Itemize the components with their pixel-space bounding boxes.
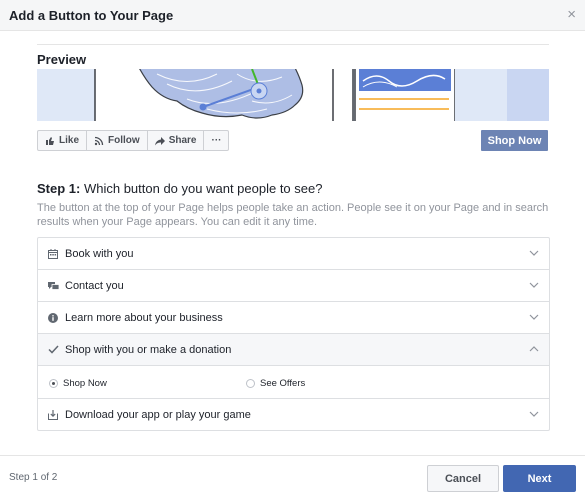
follow-label: Follow: [108, 135, 140, 146]
option-label: Download your app or play your game: [65, 409, 251, 421]
footer-divider: [0, 455, 585, 456]
radio-empty-icon: [246, 379, 255, 388]
chevron-down-icon: [529, 314, 539, 320]
cancel-button[interactable]: Cancel: [427, 465, 499, 492]
dialog-title: Add a Button to Your Page: [9, 8, 174, 23]
follow-button[interactable]: Follow: [87, 131, 148, 150]
like-label: Like: [59, 135, 80, 146]
option-label: Shop with you or make a donation: [65, 343, 232, 356]
more-icon: ···: [211, 135, 222, 146]
rss-icon: [94, 136, 104, 145]
chevron-down-icon: [529, 282, 539, 288]
cover-illustration: [37, 69, 549, 121]
option-label: Book with you: [65, 247, 134, 260]
option-book-with-you[interactable]: Book with you: [38, 238, 549, 270]
option-shop-or-donate[interactable]: Shop with you or make a donation: [38, 334, 549, 366]
info-icon: [47, 312, 59, 324]
option-contact-you[interactable]: Contact you: [38, 270, 549, 302]
step-counter: Step 1 of 2: [9, 472, 58, 483]
option-download-app[interactable]: Download your app or play your game: [38, 399, 549, 431]
radio-label: See Offers: [260, 378, 306, 389]
more-button[interactable]: ···: [204, 131, 228, 150]
chevron-down-icon: [529, 250, 539, 256]
option-label: Contact you: [65, 279, 124, 292]
radio-label: Shop Now: [63, 378, 107, 389]
map-illustration-icon: [37, 69, 549, 121]
divider: [37, 44, 549, 45]
radio-shop-now[interactable]: Shop Now: [49, 378, 107, 389]
step-question: Which button do you want people to see?: [83, 181, 323, 196]
shop-choices: Shop Now See Offers: [38, 367, 549, 399]
download-icon: [47, 409, 59, 421]
like-button[interactable]: Like: [38, 131, 88, 150]
next-button[interactable]: Next: [503, 465, 576, 492]
option-learn-more[interactable]: Learn more about your business: [38, 302, 549, 334]
step-label: Step 1:: [37, 181, 81, 196]
chat-bubbles-icon: [47, 280, 59, 292]
close-icon[interactable]: ×: [567, 7, 576, 22]
checkmark-icon: [47, 344, 59, 356]
radio-see-offers[interactable]: See Offers: [246, 378, 305, 389]
button-options-list: Book with you Contact you Learn more abo…: [37, 237, 550, 431]
shop-now-preview-button[interactable]: Shop Now: [481, 130, 548, 151]
page-action-buttons: Like Follow Share ···: [37, 130, 230, 151]
thumbs-up-icon: [46, 136, 54, 145]
dialog-header: Add a Button to Your Page ×: [0, 0, 585, 31]
chevron-up-icon: [529, 346, 539, 352]
step-heading: Step 1: Which button do you want people …: [37, 181, 322, 196]
preview-title: Preview: [37, 52, 87, 67]
calendar-icon: [47, 248, 59, 260]
share-arrow-icon: [154, 136, 165, 145]
share-label: Share: [168, 135, 197, 146]
radio-selected-icon: [49, 379, 58, 388]
option-label: Learn more about your business: [65, 311, 223, 324]
chevron-down-icon: [529, 411, 539, 417]
step-description: The button at the top of your Page helps…: [37, 202, 549, 228]
share-button[interactable]: Share: [148, 131, 205, 150]
